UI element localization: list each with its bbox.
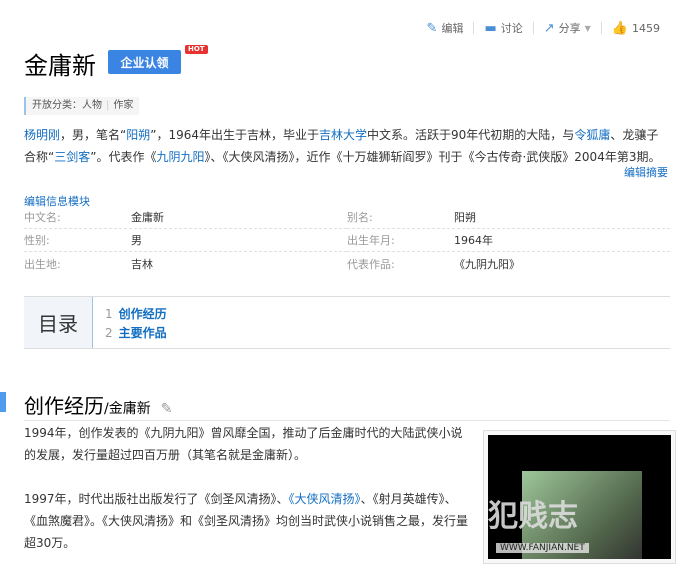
info-cell: 性别: 男 xyxy=(24,229,347,252)
book-cover-image[interactable]: 犯贱志 WWW.FANJIAN.NET xyxy=(483,430,676,564)
info-label: 代表作品: xyxy=(347,257,395,271)
catalog-item[interactable]: 2 主要作品 xyxy=(105,324,167,343)
share-label: 分享 xyxy=(558,22,581,35)
edit-summary-link[interactable]: 编辑摘要 xyxy=(624,164,668,180)
catalog: 目录 1 创作经历 2 主要作品 xyxy=(24,296,670,349)
section-marker xyxy=(0,392,6,412)
text-span: ”，1964年出生于吉林，毕业于 xyxy=(150,128,320,142)
info-value[interactable]: 《九阴九阳》 xyxy=(454,256,520,272)
text-span: ”。代表作《 xyxy=(90,150,157,164)
divider xyxy=(473,22,475,34)
watermark: 犯贱志 xyxy=(488,499,578,534)
info-value[interactable]: 吉林 xyxy=(131,256,153,272)
inline-link[interactable]: 吉林大学 xyxy=(319,128,367,142)
claim-button[interactable]: 企业认领 xyxy=(108,50,181,74)
thumbs-up-icon: 👍 xyxy=(611,20,628,36)
category-label: 开放分类： xyxy=(32,100,82,111)
like-count: 1459 xyxy=(632,21,660,35)
info-label: 中文名: xyxy=(24,211,61,224)
section-body: 1994年，创作发表的《九阴九阳》曾风靡全国，推动了后金庸时代的大陆武侠小说的发… xyxy=(24,422,472,576)
info-value[interactable]: 1964年 xyxy=(454,232,493,248)
info-value: 阳朔 xyxy=(454,211,476,224)
discuss-label: 讨论 xyxy=(500,22,523,35)
toolbar: ✎ 编辑 ▬ 讨论 ↗ 分享 ▼ 👍 1459 xyxy=(427,20,660,36)
category-tags: 开放分类：人物 | 作家 xyxy=(24,97,140,115)
inline-link[interactable]: 阳朔 xyxy=(126,128,150,142)
catalog-label: 创作经历 xyxy=(118,307,167,321)
section-title: 创作经历 xyxy=(24,394,104,418)
hot-badge: HOT xyxy=(185,45,208,54)
text-span: ，男，笔名“ xyxy=(60,128,127,142)
paragraph: 1994年，创作发表的《九阴九阳》曾风靡全国，推动了后金庸时代的大陆武侠小说的发… xyxy=(24,426,463,462)
share-icon: ↗ xyxy=(543,20,555,36)
text-span: 》、《大侠风清扬》，近作《十万雄狮斩阎罗》刊于《今古传奇·武侠版》2004年第3… xyxy=(204,150,661,164)
edit-label: 编辑 xyxy=(441,22,464,35)
info-row: 中文名: 金庸新 别名: 阳朔 xyxy=(24,206,670,229)
inline-link[interactable]: 杨明刚 xyxy=(24,128,60,142)
info-value: 金庸新 xyxy=(131,211,164,224)
section-subtitle: /金庸新 xyxy=(104,401,151,417)
info-row: 性别: 男 出生年月: 1964年 xyxy=(24,229,670,252)
inline-link[interactable]: 《大侠风清扬》 xyxy=(289,492,361,506)
catalog-label: 主要作品 xyxy=(118,326,167,340)
info-cell: 出生年月: 1964年 xyxy=(347,229,670,252)
info-label: 性别: xyxy=(24,234,50,247)
info-label: 出生地: xyxy=(24,257,61,271)
divider xyxy=(24,420,670,421)
comment-icon: ▬ xyxy=(484,20,497,36)
info-table: 中文名: 金庸新 别名: 阳朔性别: 男 出生年月: 1964年出生地: 吉林 代表作品: 《九阴… xyxy=(24,206,670,275)
divider xyxy=(532,22,534,34)
divider xyxy=(600,22,602,34)
category-tag[interactable]: 作家 xyxy=(113,100,133,111)
paragraph: 1997年，时代出版社出版发行了《剑圣风清扬》、《大侠风清扬》、《射月英雄传》、… xyxy=(24,488,472,554)
page-title: 金庸新 xyxy=(24,52,96,80)
info-label: 出生年月: xyxy=(347,234,395,247)
inline-link[interactable]: 令狐庸 xyxy=(574,128,610,142)
watermark-url: WWW.FANJIAN.NET xyxy=(496,543,589,553)
pencil-icon: ✎ xyxy=(426,20,438,36)
info-cell: 代表作品: 《九阴九阳》 xyxy=(347,252,670,275)
info-cell: 别名: 阳朔 xyxy=(347,206,670,229)
info-value: 男 xyxy=(131,234,142,247)
share-button[interactable]: ↗ 分享 ▼ xyxy=(544,20,591,36)
catalog-title: 目录 xyxy=(24,297,92,348)
info-cell: 出生地: 吉林 xyxy=(24,252,347,275)
edit-button[interactable]: ✎ 编辑 xyxy=(427,20,464,36)
text-span: 中文系。活跃于90年代初期的大陆，与 xyxy=(367,128,575,142)
inline-link[interactable]: 九阴九阳 xyxy=(156,150,204,164)
chevron-down-icon: ▼ xyxy=(584,23,591,33)
catalog-number: 2 xyxy=(105,326,113,340)
summary: 杨明刚，男，笔名“阳朔”，1964年出生于吉林，毕业于吉林大学中文系。活跃于90… xyxy=(24,124,670,168)
section-heading: 创作经历/金庸新 ✎ xyxy=(24,390,172,419)
info-row: 出生地: 吉林 代表作品: 《九阴九阳》 xyxy=(24,252,670,275)
discuss-button[interactable]: ▬ 讨论 xyxy=(484,20,522,36)
category-tag[interactable]: 人物 xyxy=(82,100,102,111)
like-button[interactable]: 👍 1459 xyxy=(612,21,660,36)
info-cell: 中文名: 金庸新 xyxy=(24,206,347,229)
text-span: 1997年，时代出版社出版发行了《剑圣风清扬》、 xyxy=(24,492,289,506)
catalog-item[interactable]: 1 创作经历 xyxy=(105,305,167,324)
catalog-number: 1 xyxy=(105,307,113,321)
info-label: 别名: xyxy=(347,211,373,224)
pencil-icon[interactable]: ✎ xyxy=(161,401,173,417)
inline-link[interactable]: 三剑客 xyxy=(54,150,90,164)
